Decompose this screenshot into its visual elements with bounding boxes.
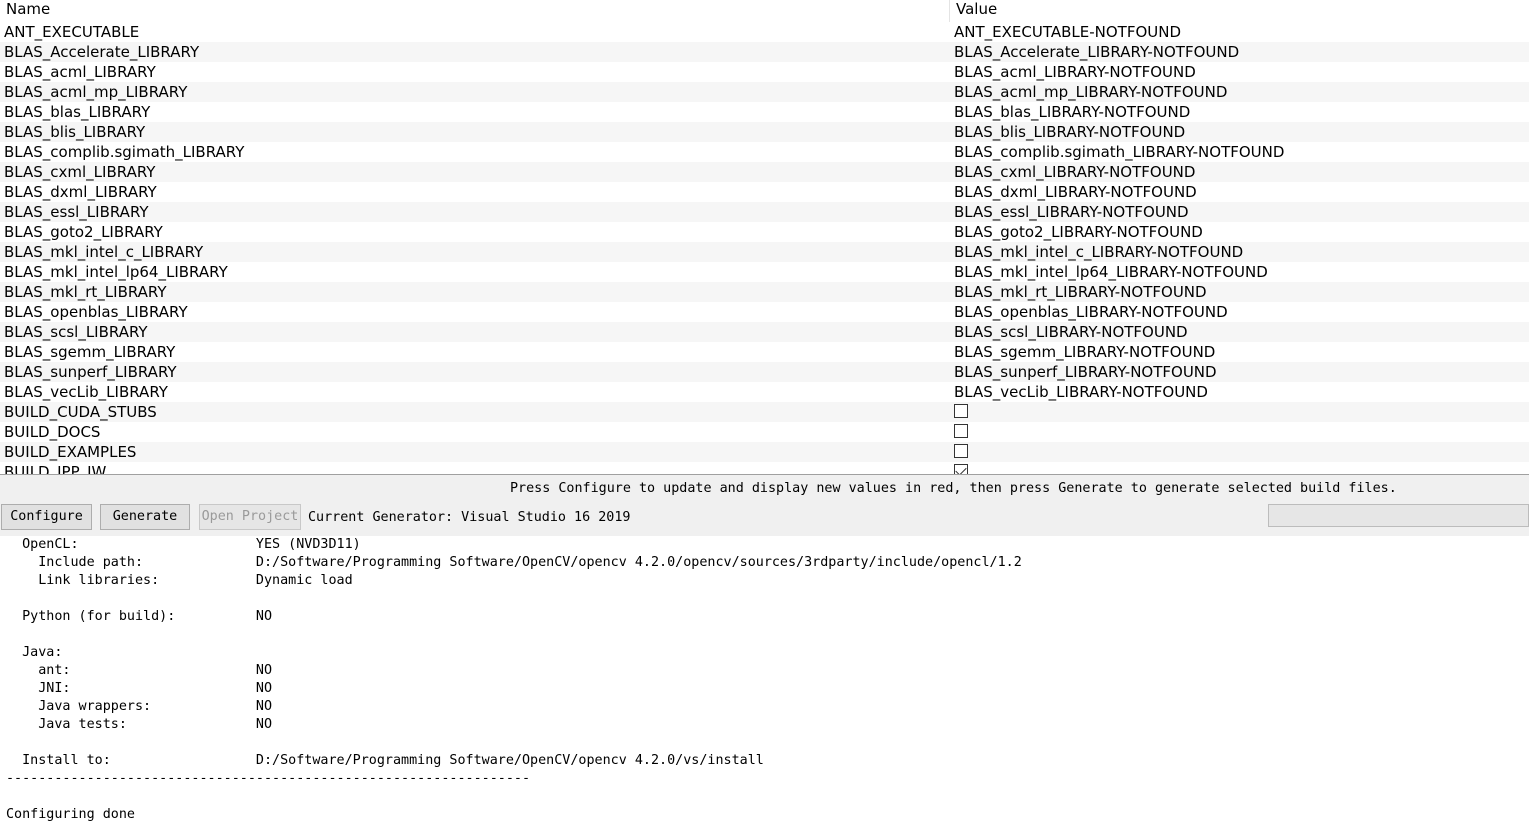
output-line: ----------------------------------------… bbox=[6, 771, 531, 786]
cell-name[interactable]: BLAS_vecLib_LIBRARY bbox=[0, 382, 950, 402]
table-row[interactable]: BLAS_sunperf_LIBRARY BLAS_sunperf_LIBRARY… bbox=[0, 362, 1529, 382]
table-body: ANT_EXECUTABLE ANT_EXECUTABLE-NOTFOUND BLA… bbox=[0, 22, 1529, 474]
cell-value[interactable]: BLAS_blis_LIBRARY-NOTFOUND bbox=[950, 122, 1529, 142]
cell-value-checkbox[interactable] bbox=[950, 442, 1529, 462]
cell-value[interactable]: BLAS_mkl_intel_lp64_LIBRARY-NOTFOUND bbox=[950, 262, 1529, 282]
cell-name[interactable]: BLAS_cxml_LIBRARY bbox=[0, 162, 950, 182]
table-row[interactable]: BLAS_dxml_LIBRARY BLAS_dxml_LIBRARY-NOTFO… bbox=[0, 182, 1529, 202]
cell-name[interactable]: BLAS_complib.sgimath_LIBRARY bbox=[0, 142, 950, 162]
cell-name[interactable]: BUILD_CUDA_STUBS bbox=[0, 402, 950, 422]
checkbox-unchecked[interactable] bbox=[954, 444, 968, 458]
cell-name[interactable]: BLAS_mkl_intel_c_LIBRARY bbox=[0, 242, 950, 262]
table-row[interactable]: BLAS_scsl_LIBRARY BLAS_scsl_LIBRARY-NOTFO… bbox=[0, 322, 1529, 342]
table-row[interactable]: BUILD_DOCS bbox=[0, 422, 1529, 442]
table-row[interactable]: BLAS_sgemm_LIBRARY BLAS_sgemm_LIBRARY-NOT… bbox=[0, 342, 1529, 362]
cell-name[interactable]: BLAS_mkl_rt_LIBRARY bbox=[0, 282, 950, 302]
table-row[interactable]: BLAS_blas_LIBRARY BLAS_blas_LIBRARY-NOTFO… bbox=[0, 102, 1529, 122]
cell-value[interactable]: ANT_EXECUTABLE-NOTFOUND bbox=[950, 22, 1529, 42]
cache-table: Name Value ANT_EXECUTABLE ANT_EXECUTABLE-… bbox=[0, 0, 1529, 474]
table-row[interactable]: BLAS_Accelerate_LIBRARY BLAS_Accelerate_L… bbox=[0, 42, 1529, 62]
cell-name[interactable]: BLAS_mkl_intel_lp64_LIBRARY bbox=[0, 262, 950, 282]
cell-name[interactable]: BLAS_acml_LIBRARY bbox=[0, 62, 950, 82]
output-line: ant: NO bbox=[6, 663, 273, 678]
cell-value[interactable]: BLAS_openblas_LIBRARY-NOTFOUND bbox=[950, 302, 1529, 322]
table-row[interactable]: BLAS_vecLib_LIBRARY BLAS_vecLib_LIBRARY-N… bbox=[0, 382, 1529, 402]
configure-button[interactable]: Configure bbox=[1, 504, 92, 530]
cell-value[interactable]: BLAS_mkl_rt_LIBRARY-NOTFOUND bbox=[950, 282, 1529, 302]
cell-name[interactable]: BLAS_sgemm_LIBRARY bbox=[0, 342, 950, 362]
cell-name[interactable]: BLAS_scsl_LIBRARY bbox=[0, 322, 950, 342]
table-row[interactable]: BLAS_mkl_intel_c_LIBRARY BLAS_mkl_intel_c… bbox=[0, 242, 1529, 262]
output-line: Java: bbox=[6, 645, 63, 660]
table-header: Name Value bbox=[0, 0, 1529, 22]
output-line: Install to: D:/Software/Programming Soft… bbox=[6, 753, 764, 768]
table-row[interactable]: BLAS_blis_LIBRARY BLAS_blis_LIBRARY-NOTFO… bbox=[0, 122, 1529, 142]
table-row[interactable]: BLAS_essl_LIBRARY BLAS_essl_LIBRARY-NOTFO… bbox=[0, 202, 1529, 222]
output-log[interactable]: OpenCL: YES (NVD3D11) Include path: D:/S… bbox=[0, 536, 1529, 828]
table-row[interactable]: BLAS_acml_mp_LIBRARY BLAS_acml_mp_LIBRARY… bbox=[0, 82, 1529, 102]
progress-bar bbox=[1268, 504, 1529, 527]
column-header-value[interactable]: Value bbox=[950, 0, 1529, 22]
table-row[interactable]: BUILD_IPP_IW bbox=[0, 462, 1529, 474]
cell-value[interactable]: BLAS_vecLib_LIBRARY-NOTFOUND bbox=[950, 382, 1529, 402]
checkbox-checked[interactable] bbox=[954, 464, 968, 474]
cell-value[interactable]: BLAS_acml_mp_LIBRARY-NOTFOUND bbox=[950, 82, 1529, 102]
toolbar: Press Configure to update and display ne… bbox=[0, 474, 1529, 536]
table-row[interactable]: BLAS_complib.sgimath_LIBRARY BLAS_complib… bbox=[0, 142, 1529, 162]
cell-name[interactable]: BLAS_sunperf_LIBRARY bbox=[0, 362, 950, 382]
cell-value[interactable]: BLAS_sgemm_LIBRARY-NOTFOUND bbox=[950, 342, 1529, 362]
cell-value[interactable]: BLAS_dxml_LIBRARY-NOTFOUND bbox=[950, 182, 1529, 202]
table-row[interactable]: BLAS_goto2_LIBRARY BLAS_goto2_LIBRARY-NOT… bbox=[0, 222, 1529, 242]
cell-name[interactable]: BLAS_Accelerate_LIBRARY bbox=[0, 42, 950, 62]
table-row[interactable]: BUILD_EXAMPLES bbox=[0, 442, 1529, 462]
cell-value-checkbox[interactable] bbox=[950, 422, 1529, 442]
cell-name[interactable]: BUILD_IPP_IW bbox=[0, 462, 950, 474]
cell-name[interactable]: BUILD_EXAMPLES bbox=[0, 442, 950, 462]
cell-value-checkbox[interactable] bbox=[950, 462, 1529, 474]
current-generator-label: Current Generator: Visual Studio 16 2019 bbox=[308, 510, 631, 525]
cell-name[interactable]: BLAS_acml_mp_LIBRARY bbox=[0, 82, 950, 102]
output-line: OpenCL: YES (NVD3D11) bbox=[6, 537, 361, 552]
cell-value[interactable]: BLAS_sunperf_LIBRARY-NOTFOUND bbox=[950, 362, 1529, 382]
cell-name[interactable]: BLAS_blis_LIBRARY bbox=[0, 122, 950, 142]
output-line: Configuring done bbox=[6, 807, 135, 822]
cell-value[interactable]: BLAS_essl_LIBRARY-NOTFOUND bbox=[950, 202, 1529, 222]
cell-value[interactable]: BLAS_scsl_LIBRARY-NOTFOUND bbox=[950, 322, 1529, 342]
table-row[interactable]: BLAS_mkl_intel_lp64_LIBRARY BLAS_mkl_inte… bbox=[0, 262, 1529, 282]
cell-value[interactable]: BLAS_cxml_LIBRARY-NOTFOUND bbox=[950, 162, 1529, 182]
output-line: Java wrappers: NO bbox=[6, 699, 273, 714]
cell-value[interactable]: BLAS_Accelerate_LIBRARY-NOTFOUND bbox=[950, 42, 1529, 62]
open-project-button: Open Project bbox=[199, 504, 301, 530]
output-line: Java tests: NO bbox=[6, 717, 273, 732]
cell-name[interactable]: BLAS_blas_LIBRARY bbox=[0, 102, 950, 122]
generate-button[interactable]: Generate bbox=[100, 504, 190, 530]
cell-name[interactable]: BLAS_goto2_LIBRARY bbox=[0, 222, 950, 242]
output-line: Include path: D:/Software/Programming So… bbox=[6, 555, 1022, 570]
table-row[interactable]: BLAS_cxml_LIBRARY BLAS_cxml_LIBRARY-NOTFO… bbox=[0, 162, 1529, 182]
table-row[interactable]: BLAS_acml_LIBRARY BLAS_acml_LIBRARY-NOTFO… bbox=[0, 62, 1529, 82]
table-row[interactable]: ANT_EXECUTABLE ANT_EXECUTABLE-NOTFOUND bbox=[0, 22, 1529, 42]
cell-name[interactable]: BUILD_DOCS bbox=[0, 422, 950, 442]
table-row[interactable]: BLAS_openblas_LIBRARY BLAS_openblas_LIBRA… bbox=[0, 302, 1529, 322]
output-line: Link libraries: Dynamic load bbox=[6, 573, 353, 588]
table-row[interactable]: BLAS_mkl_rt_LIBRARY BLAS_mkl_rt_LIBRARY-N… bbox=[0, 282, 1529, 302]
cell-value[interactable]: BLAS_acml_LIBRARY-NOTFOUND bbox=[950, 62, 1529, 82]
table-row[interactable]: BUILD_CUDA_STUBS bbox=[0, 402, 1529, 422]
cell-value[interactable]: BLAS_goto2_LIBRARY-NOTFOUND bbox=[950, 222, 1529, 242]
checkbox-unchecked[interactable] bbox=[954, 404, 968, 418]
cell-name[interactable]: ANT_EXECUTABLE bbox=[0, 22, 950, 42]
output-line: JNI: NO bbox=[6, 681, 273, 696]
checkbox-unchecked[interactable] bbox=[954, 424, 968, 438]
cell-value[interactable]: BLAS_blas_LIBRARY-NOTFOUND bbox=[950, 102, 1529, 122]
instruction-text: Press Configure to update and display ne… bbox=[510, 481, 1397, 496]
cell-value[interactable]: BLAS_mkl_intel_c_LIBRARY-NOTFOUND bbox=[950, 242, 1529, 262]
column-header-name[interactable]: Name bbox=[0, 0, 950, 22]
cell-value-checkbox[interactable] bbox=[950, 402, 1529, 422]
cell-value[interactable]: BLAS_complib.sgimath_LIBRARY-NOTFOUND bbox=[950, 142, 1529, 162]
output-line: Python (for build): NO bbox=[6, 609, 273, 624]
cell-name[interactable]: BLAS_essl_LIBRARY bbox=[0, 202, 950, 222]
cell-name[interactable]: BLAS_openblas_LIBRARY bbox=[0, 302, 950, 322]
cell-name[interactable]: BLAS_dxml_LIBRARY bbox=[0, 182, 950, 202]
